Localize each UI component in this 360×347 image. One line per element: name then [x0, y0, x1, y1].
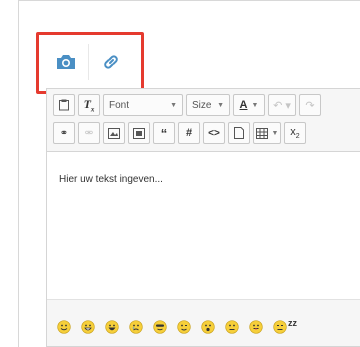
editor-toolbar: Tx Font ▼ Size ▼ A ▼ ↶ ▾ ↷ ⚭ ⚮ “ # <> ▼ …: [47, 89, 360, 152]
table-icon: [255, 127, 268, 139]
subscript-icon: x2: [290, 125, 300, 141]
paste-icon: [59, 99, 69, 111]
text-color-button[interactable]: A ▼: [233, 94, 265, 116]
link-tool-button[interactable]: ⚭: [53, 122, 75, 144]
font-select-label: Font: [109, 99, 130, 111]
chevron-down-icon: ▼: [170, 101, 177, 109]
table-button[interactable]: ▼: [253, 122, 281, 144]
chevron-down-icon: ▼: [251, 101, 259, 109]
editor-placeholder: Hier uw tekst ingeven...: [59, 174, 163, 185]
code-icon: <>: [208, 127, 220, 139]
document-icon: [234, 127, 244, 139]
camera-button[interactable]: [44, 44, 88, 80]
unlink-button[interactable]: ⚮: [78, 122, 100, 144]
media-toolbar: [44, 44, 133, 80]
image-button[interactable]: [103, 122, 125, 144]
remove-format-button[interactable]: Tx: [78, 94, 100, 116]
toolbar-row-1: Tx Font ▼ Size ▼ A ▼ ↶ ▾ ↷: [53, 93, 324, 117]
undo-button[interactable]: ↶ ▾: [268, 94, 296, 116]
redo-icon: ↷: [305, 99, 315, 112]
tongue-smiley-icon[interactable]: [249, 320, 263, 334]
undo-icon: ↶ ▾: [273, 99, 291, 112]
size-select-label: Size: [192, 99, 212, 111]
anchor-button[interactable]: #: [178, 122, 200, 144]
remove-format-icon: Tx: [83, 96, 95, 114]
image-icon: [108, 127, 120, 139]
hash-icon: #: [185, 127, 193, 139]
grin-smiley-icon[interactable]: [81, 320, 95, 334]
cool-smiley-icon[interactable]: [153, 320, 167, 334]
font-select[interactable]: Font ▼: [103, 94, 183, 116]
surprised-smiley-icon[interactable]: [201, 320, 215, 334]
quote-icon: “: [160, 125, 168, 141]
rich-text-editor: Tx Font ▼ Size ▼ A ▼ ↶ ▾ ↷ ⚭ ⚮ “ # <> ▼ …: [46, 88, 360, 347]
toolbar-row-2: ⚭ ⚮ “ # <> ▼ x2: [53, 121, 309, 145]
paste-text-button[interactable]: [53, 94, 75, 116]
media-embed-button[interactable]: [128, 122, 150, 144]
laugh-smiley-icon[interactable]: [105, 320, 119, 334]
smiley-bar: zz: [47, 299, 360, 346]
cry-smiley-icon[interactable]: [129, 320, 143, 334]
smiley-list: zz: [57, 318, 297, 334]
smile-smiley-icon[interactable]: [57, 320, 71, 334]
neutral-smiley-icon[interactable]: [225, 320, 239, 334]
link-icon: ⚭: [59, 127, 69, 139]
media-icon: [133, 127, 145, 139]
unlink-icon: ⚮: [84, 127, 94, 139]
link-button[interactable]: [88, 44, 133, 80]
subscript-button[interactable]: x2: [284, 122, 306, 144]
sleep-zz-label: zz: [288, 318, 297, 328]
chevron-down-icon: ▼: [217, 101, 224, 109]
blockquote-button[interactable]: “: [153, 122, 175, 144]
redo-button[interactable]: ↷: [299, 94, 321, 116]
size-select[interactable]: Size ▼: [186, 94, 230, 116]
wink-smiley-icon[interactable]: [177, 320, 191, 334]
text-color-icon: A: [239, 99, 248, 111]
sleep-smiley-icon[interactable]: [273, 320, 287, 334]
editor-content[interactable]: Hier uw tekst ingeven...: [59, 174, 163, 185]
camera-icon: [57, 55, 75, 69]
chevron-down-icon: ▼: [271, 129, 279, 137]
template-button[interactable]: [228, 122, 250, 144]
source-code-button[interactable]: <>: [203, 122, 225, 144]
link-icon: [104, 55, 118, 69]
